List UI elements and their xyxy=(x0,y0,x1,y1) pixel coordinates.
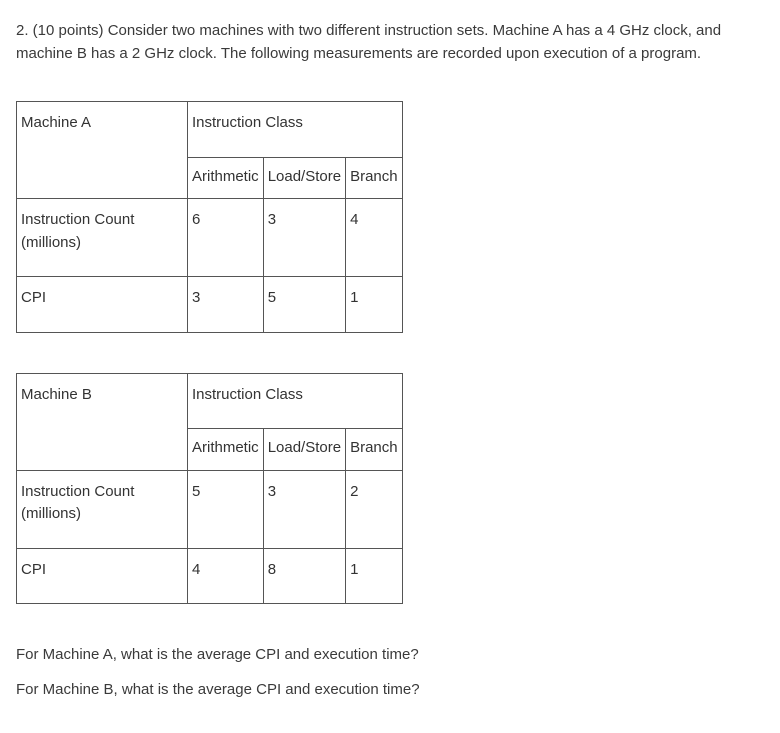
row-label: CPI xyxy=(17,277,188,333)
cell-value: 2 xyxy=(346,470,403,548)
cell-value: 4 xyxy=(188,548,264,604)
cell-value: 1 xyxy=(346,277,403,333)
cell-value: 8 xyxy=(263,548,345,604)
row-label: Instruction Count (millions) xyxy=(17,199,188,277)
cell-value: 5 xyxy=(263,277,345,333)
machine-label: Machine A xyxy=(17,102,188,199)
cell-value: 5 xyxy=(188,470,264,548)
row-label: CPI xyxy=(17,548,188,604)
machine-label: Machine B xyxy=(17,373,188,470)
machine-a-table: Machine A Instruction Class Arithmetic L… xyxy=(16,101,403,333)
table-row: CPI 3 5 1 xyxy=(17,277,403,333)
sub-question-a: For Machine A, what is the average CPI a… xyxy=(16,644,764,667)
col-loadstore: Load/Store xyxy=(263,157,345,199)
table-row: Instruction Count (millions) 5 3 2 xyxy=(17,470,403,548)
table-row: Instruction Count (millions) 6 3 4 xyxy=(17,199,403,277)
cell-value: 1 xyxy=(346,548,403,604)
machine-b-table: Machine B Instruction Class Arithmetic L… xyxy=(16,373,403,605)
sub-question-b: For Machine B, what is the average CPI a… xyxy=(16,679,764,702)
cell-value: 6 xyxy=(188,199,264,277)
instruction-class-header: Instruction Class xyxy=(188,373,403,429)
table-row: CPI 4 8 1 xyxy=(17,548,403,604)
row-label: Instruction Count (millions) xyxy=(17,470,188,548)
instruction-class-header: Instruction Class xyxy=(188,102,403,158)
question-prompt: 2. (10 points) Consider two machines wit… xyxy=(16,20,764,65)
cell-value: 3 xyxy=(263,470,345,548)
question-body: Consider two machines with two different… xyxy=(16,22,721,62)
col-arithmetic: Arithmetic xyxy=(188,157,264,199)
col-loadstore: Load/Store xyxy=(263,429,345,471)
question-number: 2. (10 points) xyxy=(16,22,104,39)
table-row: Machine A Instruction Class xyxy=(17,102,403,158)
cell-value: 3 xyxy=(188,277,264,333)
table-row: Machine B Instruction Class xyxy=(17,373,403,429)
col-arithmetic: Arithmetic xyxy=(188,429,264,471)
col-branch: Branch xyxy=(346,157,403,199)
col-branch: Branch xyxy=(346,429,403,471)
cell-value: 3 xyxy=(263,199,345,277)
cell-value: 4 xyxy=(346,199,403,277)
